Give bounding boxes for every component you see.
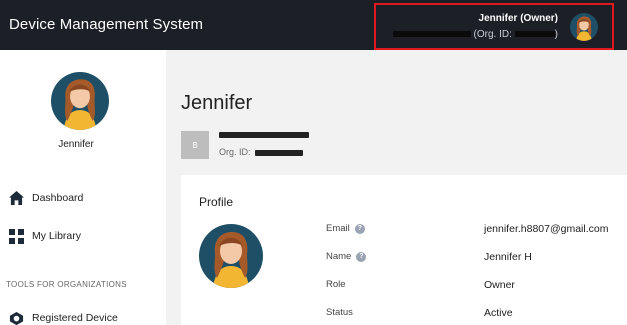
name-label-text: Name xyxy=(326,251,352,262)
profile-card: Profile Email ? jennifer.h8807@gmail.com… xyxy=(181,175,627,325)
app-title: Device Management System xyxy=(9,16,204,33)
grid-icon xyxy=(8,228,24,244)
top-bar: Device Management System Jennifer (Owner… xyxy=(0,0,627,50)
name-label: Name ? xyxy=(326,251,367,262)
sidebar-item-label: Registered Device xyxy=(32,312,118,324)
sidebar: Jennifer Dashboard My Library TOOLS FOR … xyxy=(0,50,166,325)
role-value: Owner xyxy=(484,279,515,291)
status-label-text: Status xyxy=(326,307,353,318)
role-label: Role xyxy=(326,279,346,290)
profile-title: Profile xyxy=(199,195,234,209)
redacted-org-id xyxy=(514,31,555,38)
header-org-id-suffix: ) xyxy=(554,29,558,40)
redacted-org-name xyxy=(392,31,471,38)
email-label: Email ? xyxy=(326,223,365,234)
header-org-id-prefix: (Org. ID: xyxy=(473,29,512,40)
profile-avatar xyxy=(199,224,263,288)
name-value: Jennifer H xyxy=(484,251,532,263)
redacted-org-name xyxy=(219,132,309,138)
email-label-text: Email xyxy=(326,223,350,234)
status-label: Status xyxy=(326,307,353,318)
redacted-org-id xyxy=(255,149,304,156)
sidebar-avatar[interactable] xyxy=(51,72,109,130)
sidebar-item-my-library[interactable]: My Library xyxy=(8,228,81,244)
sidebar-section-title: TOOLS FOR ORGANIZATIONS xyxy=(6,280,127,289)
help-icon[interactable]: ? xyxy=(356,251,367,262)
main-content: Jennifer B Org. ID: Profile Email ? jenn… xyxy=(166,50,627,325)
org-id: Org. ID: xyxy=(219,147,304,157)
home-icon xyxy=(8,190,24,206)
header-avatar[interactable] xyxy=(570,13,598,41)
header-org-info: (Org. ID: ) xyxy=(392,29,558,40)
org-id-label: Org. ID: xyxy=(219,147,251,157)
header-user-name: Jennifer (Owner) xyxy=(478,13,558,24)
role-label-text: Role xyxy=(326,279,346,290)
sidebar-item-label: Dashboard xyxy=(32,192,84,204)
org-logo: B xyxy=(181,131,209,159)
user-menu[interactable]: Jennifer (Owner) (Org. ID: ) xyxy=(374,3,614,50)
sidebar-item-label: My Library xyxy=(32,230,82,242)
email-value: jennifer.h8807@gmail.com xyxy=(484,223,609,235)
sidebar-user-name: Jennifer xyxy=(58,139,94,150)
sidebar-item-registered-device[interactable]: Registered Device xyxy=(8,310,118,325)
device-icon xyxy=(8,310,24,325)
sidebar-item-dashboard[interactable]: Dashboard xyxy=(8,190,83,206)
status-value: Active xyxy=(484,307,513,319)
help-icon[interactable]: ? xyxy=(354,223,365,234)
page-title: Jennifer xyxy=(181,92,253,114)
